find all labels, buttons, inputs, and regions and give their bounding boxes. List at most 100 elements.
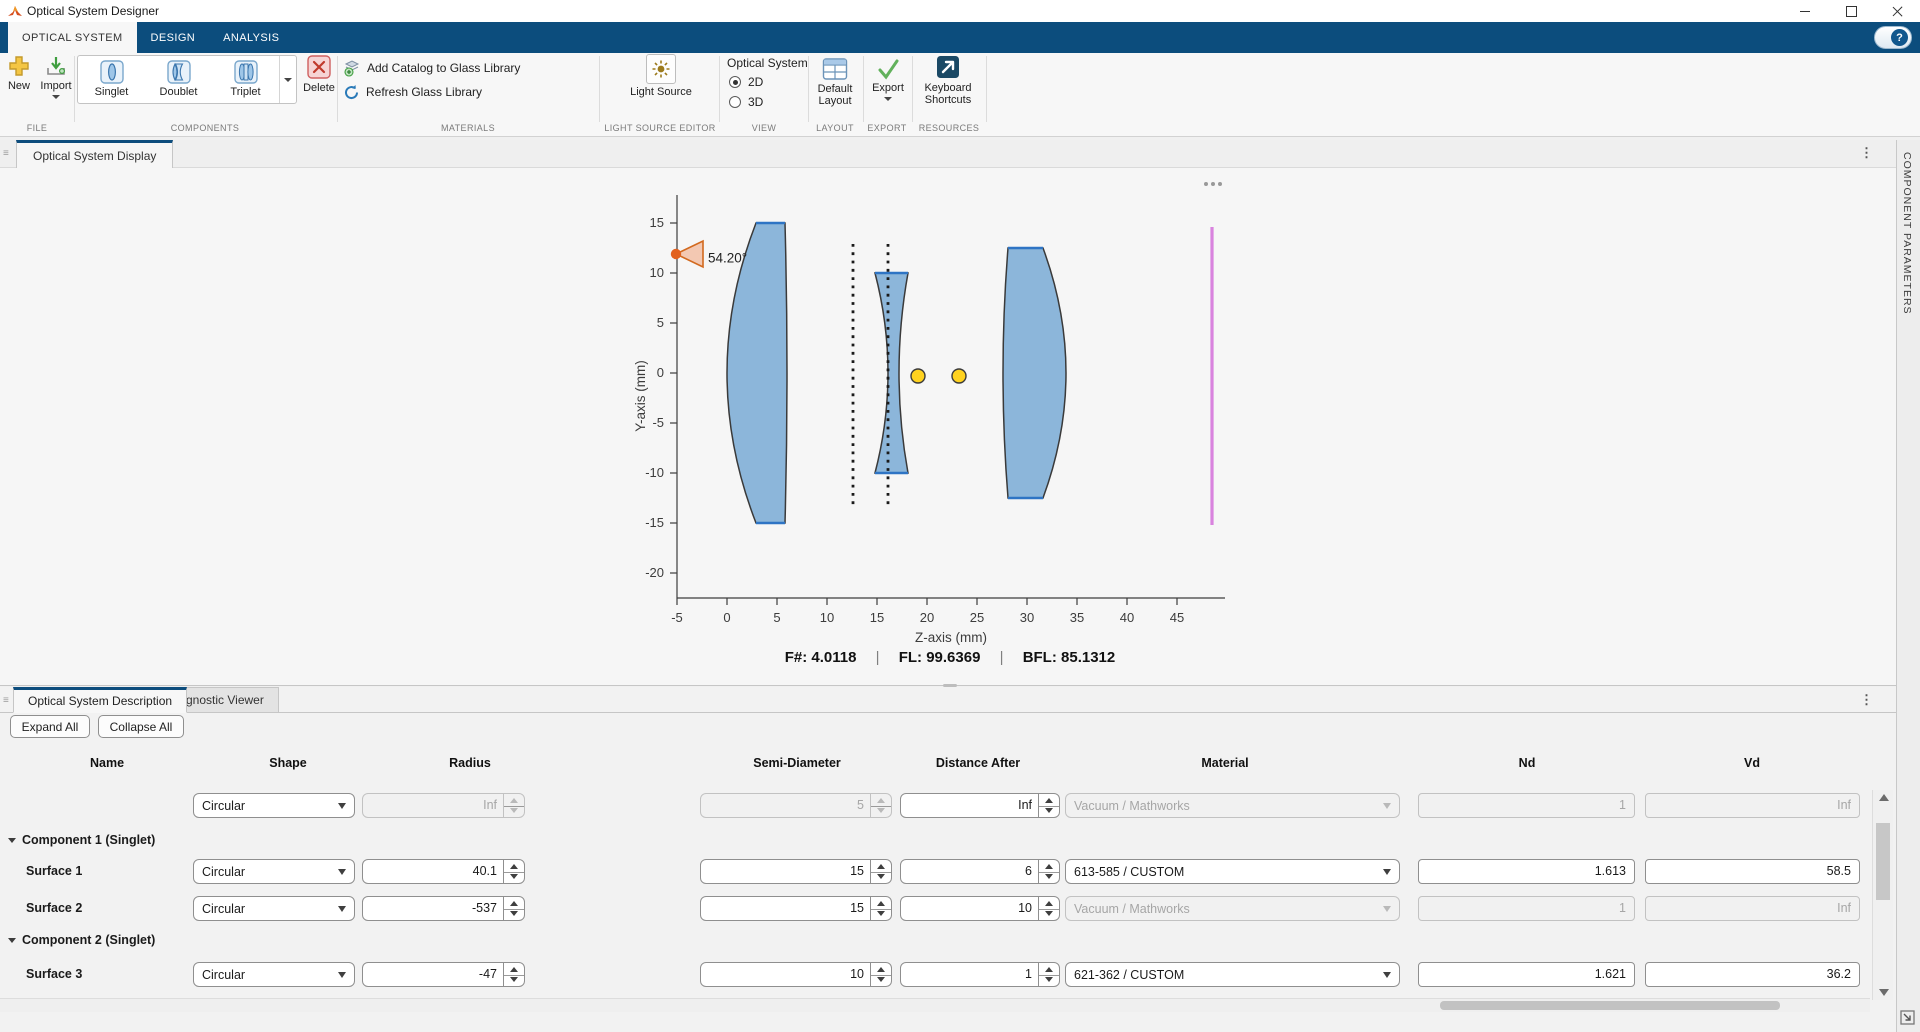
drag-grip-icon[interactable]: ≡ bbox=[3, 694, 13, 708]
tab-optical-system-display[interactable]: Optical System Display bbox=[16, 140, 173, 168]
spinner-buttons[interactable] bbox=[1038, 860, 1059, 883]
tab-design[interactable]: DESIGN bbox=[137, 22, 210, 53]
scrollbar-thumb[interactable] bbox=[1876, 823, 1890, 900]
shape-dropdown[interactable]: Circular bbox=[193, 859, 355, 884]
horizontal-scrollbar[interactable] bbox=[0, 998, 1870, 1012]
distance-after-spinner[interactable]: 10 bbox=[900, 896, 1060, 921]
radio-3d[interactable]: 3D bbox=[729, 95, 763, 109]
add-catalog-button[interactable]: Add Catalog to Glass Library bbox=[343, 58, 520, 78]
axes-toolbar-icon[interactable] bbox=[1204, 182, 1222, 186]
material-dropdown[interactable]: 613-585 / CUSTOM bbox=[1065, 859, 1400, 884]
close-button[interactable] bbox=[1874, 0, 1920, 22]
gallery-expand-button[interactable] bbox=[279, 56, 296, 103]
drag-grip-icon[interactable]: ≡ bbox=[3, 147, 13, 161]
svg-text:0: 0 bbox=[723, 610, 730, 625]
expand-all-button[interactable]: Expand All bbox=[10, 715, 90, 738]
window-title: Optical System Designer bbox=[27, 4, 159, 18]
import-button[interactable]: Import bbox=[36, 54, 76, 99]
chevron-down-icon bbox=[1383, 803, 1391, 809]
light-source-button[interactable]: Light Source bbox=[630, 54, 692, 98]
point-marker-2[interactable] bbox=[952, 369, 966, 383]
svg-text:0: 0 bbox=[657, 365, 664, 380]
shape-dropdown[interactable]: Circular bbox=[193, 793, 355, 818]
panel-menu-icon[interactable]: ⋮ bbox=[1860, 145, 1874, 161]
spinner-buttons[interactable] bbox=[503, 860, 524, 883]
section-label-resources: RESOURCES bbox=[919, 123, 980, 133]
nd-field[interactable]: 1.613 bbox=[1418, 859, 1635, 884]
spinner-buttons[interactable] bbox=[870, 897, 891, 920]
section-label-layout: LAYOUT bbox=[816, 123, 854, 133]
optical-system-designer-window: Optical System Designer OPTICAL SYSTEM D… bbox=[0, 0, 1920, 1032]
distance-after-spinner[interactable]: 6 bbox=[900, 859, 1060, 884]
shape-dropdown[interactable]: Circular bbox=[193, 896, 355, 921]
question-icon: ? bbox=[1891, 29, 1908, 46]
collapse-all-button[interactable]: Collapse All bbox=[98, 715, 184, 738]
new-button[interactable]: New bbox=[0, 54, 38, 92]
help-button[interactable]: ? bbox=[1874, 26, 1912, 49]
shape-dropdown[interactable]: Circular bbox=[193, 962, 355, 987]
keyboard-shortcuts-button[interactable]: Keyboard Shortcuts bbox=[916, 54, 980, 106]
optical-system-description-panel: ≡ Optical System Description Diagnostic … bbox=[0, 687, 1896, 1032]
scroll-down-icon[interactable] bbox=[1879, 989, 1889, 996]
radius-spinner[interactable]: -47 bbox=[362, 962, 525, 987]
spinner-buttons[interactable] bbox=[503, 897, 524, 920]
lens-component-3[interactable] bbox=[1003, 248, 1066, 498]
vd-field[interactable]: 36.2 bbox=[1645, 962, 1860, 987]
surface-name: Surface 1 bbox=[26, 864, 82, 878]
svg-text:10: 10 bbox=[650, 265, 664, 280]
restore-panel-icon[interactable] bbox=[1899, 1009, 1916, 1026]
spinner-buttons[interactable] bbox=[870, 860, 891, 883]
component-group-row[interactable]: Component 1 (Singlet) bbox=[8, 833, 155, 847]
light-source-marker[interactable]: 54.20° bbox=[671, 241, 747, 267]
import-dropdown-caret[interactable] bbox=[52, 95, 60, 99]
lens-component-1[interactable] bbox=[727, 223, 787, 523]
section-divider bbox=[808, 56, 809, 122]
semi-diameter-spinner[interactable]: 10 bbox=[700, 962, 892, 987]
radio-2d[interactable]: 2D bbox=[729, 75, 763, 89]
gallery-item-doublet[interactable]: Doublet bbox=[145, 56, 212, 103]
export-dropdown-caret[interactable] bbox=[884, 97, 892, 101]
distance-after-spinner[interactable]: Inf bbox=[900, 793, 1060, 818]
maximize-button[interactable] bbox=[1828, 0, 1874, 22]
collapse-arrow-icon bbox=[8, 938, 16, 943]
spinner-buttons[interactable] bbox=[1038, 794, 1059, 817]
radius-spinner[interactable]: -537 bbox=[362, 896, 525, 921]
scroll-up-icon[interactable] bbox=[1879, 794, 1889, 801]
radius-spinner[interactable]: 40.1 bbox=[362, 859, 525, 884]
spinner-buttons[interactable] bbox=[1038, 897, 1059, 920]
svg-text:15: 15 bbox=[870, 610, 884, 625]
spinner-buttons[interactable] bbox=[503, 963, 524, 986]
component-parameters-strip[interactable]: COMPONENT PARAMETERS bbox=[1896, 140, 1920, 1032]
lens-component-2[interactable] bbox=[875, 273, 908, 473]
export-button[interactable]: Export bbox=[865, 54, 911, 101]
minimize-button[interactable] bbox=[1782, 0, 1828, 22]
optical-system-plot[interactable]: 1510 50 -5-10 -15-20 -50 510 bbox=[0, 168, 1896, 686]
scrollbar-thumb[interactable] bbox=[1440, 1001, 1780, 1010]
nd-field[interactable]: 1.621 bbox=[1418, 962, 1635, 987]
gallery-item-triplet[interactable]: Triplet bbox=[212, 56, 279, 103]
semi-diameter-spinner[interactable]: 15 bbox=[700, 859, 892, 884]
material-dropdown[interactable]: 621-362 / CUSTOM bbox=[1065, 962, 1400, 987]
tab-analysis[interactable]: ANALYSIS bbox=[209, 22, 293, 53]
chevron-down-icon bbox=[1383, 972, 1391, 978]
tab-optical-system[interactable]: OPTICAL SYSTEM bbox=[8, 22, 137, 53]
distance-after-spinner[interactable]: 1 bbox=[900, 962, 1060, 987]
vertical-scrollbar[interactable] bbox=[1872, 790, 1893, 1000]
section-divider bbox=[863, 56, 864, 122]
vd-field[interactable]: 58.5 bbox=[1645, 859, 1860, 884]
svg-text:5: 5 bbox=[773, 610, 780, 625]
tab-optical-system-description[interactable]: Optical System Description bbox=[13, 687, 187, 713]
panel-menu-icon[interactable]: ⋮ bbox=[1860, 692, 1874, 708]
refresh-glass-library-button[interactable]: Refresh Glass Library bbox=[343, 82, 482, 102]
spinner-buttons[interactable] bbox=[1038, 963, 1059, 986]
svg-text:5: 5 bbox=[657, 315, 664, 330]
delete-button[interactable]: Delete bbox=[299, 54, 339, 94]
component-group-row[interactable]: Component 2 (Singlet) bbox=[8, 933, 155, 947]
spinner-buttons[interactable] bbox=[870, 963, 891, 986]
default-layout-button[interactable]: Default Layout bbox=[811, 54, 859, 107]
gallery-item-singlet[interactable]: Singlet bbox=[78, 56, 145, 103]
semi-diameter-spinner[interactable]: 15 bbox=[700, 896, 892, 921]
column-header-distance-after: Distance After bbox=[936, 756, 1020, 770]
singlet-lens-icon bbox=[99, 59, 125, 85]
point-marker-1[interactable] bbox=[911, 369, 925, 383]
